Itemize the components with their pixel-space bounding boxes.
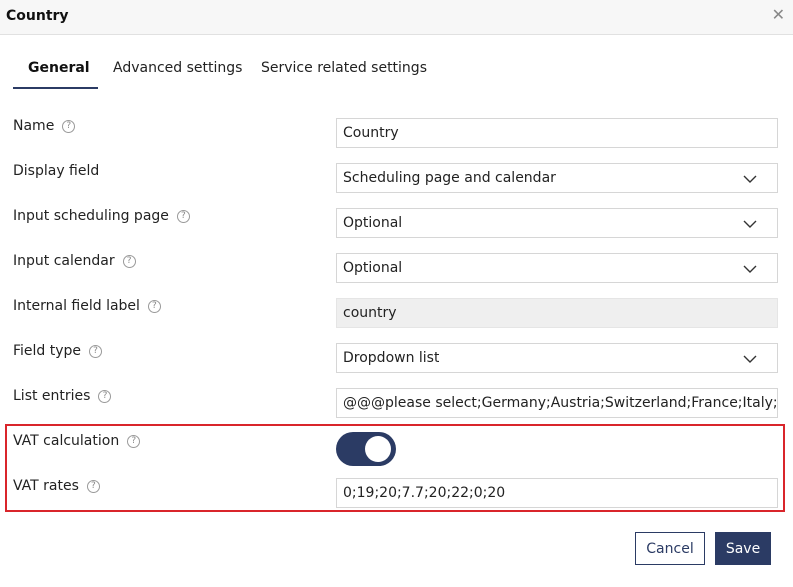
input-calendar-select[interactable]: Optional bbox=[336, 253, 778, 283]
vat-rates-label-row: VAT rates ? bbox=[13, 478, 100, 494]
chevron-down-icon bbox=[743, 175, 757, 183]
display-field-value: Scheduling page and calendar bbox=[343, 170, 556, 186]
internal-field-label-label: Internal field label bbox=[13, 298, 140, 314]
vat-rates-value: 0;19;20;7.7;20;22;0;20 bbox=[343, 485, 506, 501]
internal-field-label-row: Internal field label ? bbox=[13, 298, 161, 314]
internal-field-label-input: country bbox=[336, 298, 778, 328]
internal-field-label-value: country bbox=[343, 305, 397, 321]
input-calendar-label-row: Input calendar ? bbox=[13, 253, 136, 269]
input-calendar-label: Input calendar bbox=[13, 253, 115, 269]
display-field-label: Display field bbox=[13, 163, 100, 179]
field-type-label-row: Field type ? bbox=[13, 343, 103, 359]
dialog-title: Country bbox=[6, 8, 69, 24]
help-icon[interactable]: ? bbox=[86, 479, 100, 493]
field-type-label: Field type bbox=[13, 343, 82, 359]
close-icon[interactable]: ✕ bbox=[772, 5, 785, 24]
display-field-label-row: Display field bbox=[13, 163, 99, 179]
chevron-down-icon bbox=[743, 220, 757, 228]
list-entries-label-row: List entries ? bbox=[13, 388, 112, 404]
vat-rates-input[interactable]: 0;19;20;7.7;20;22;0;20 bbox=[336, 478, 778, 508]
tab-service-related-settings[interactable]: Service related settings bbox=[261, 60, 427, 76]
help-icon[interactable]: ? bbox=[98, 389, 112, 403]
list-entries-input[interactable]: @@@please select;Germany;Austria;Switzer… bbox=[336, 388, 778, 418]
active-tab-indicator bbox=[13, 87, 98, 89]
field-type-select[interactable]: Dropdown list bbox=[336, 343, 778, 373]
help-icon[interactable]: ? bbox=[89, 344, 103, 358]
help-icon[interactable]: ? bbox=[122, 254, 136, 268]
help-icon[interactable]: ? bbox=[127, 434, 141, 448]
name-label-row: Name ? bbox=[13, 118, 76, 134]
save-button[interactable]: Save bbox=[715, 532, 771, 565]
chevron-down-icon bbox=[743, 355, 757, 363]
tab-general[interactable]: General bbox=[28, 60, 90, 76]
toggle-knob bbox=[365, 436, 391, 462]
name-value: Country bbox=[343, 125, 399, 141]
help-icon[interactable]: ? bbox=[147, 299, 161, 313]
vat-calculation-toggle[interactable] bbox=[336, 432, 396, 466]
input-scheduling-page-label: Input scheduling page bbox=[13, 208, 169, 224]
vat-calculation-label: VAT calculation bbox=[13, 433, 120, 449]
tab-advanced-settings[interactable]: Advanced settings bbox=[113, 60, 242, 76]
vat-calculation-label-row: VAT calculation ? bbox=[13, 433, 141, 449]
dialog-header: Country ✕ bbox=[0, 0, 793, 35]
display-field-select[interactable]: Scheduling page and calendar bbox=[336, 163, 778, 193]
input-scheduling-page-select[interactable]: Optional bbox=[336, 208, 778, 238]
name-label: Name bbox=[13, 118, 55, 134]
field-type-value: Dropdown list bbox=[343, 350, 440, 366]
name-input[interactable]: Country bbox=[336, 118, 778, 148]
input-scheduling-page-value: Optional bbox=[343, 215, 403, 231]
help-icon[interactable]: ? bbox=[62, 119, 76, 133]
help-icon[interactable]: ? bbox=[176, 209, 190, 223]
input-calendar-value: Optional bbox=[343, 260, 403, 276]
cancel-button[interactable]: Cancel bbox=[635, 532, 705, 565]
vat-rates-label: VAT rates bbox=[13, 478, 79, 494]
list-entries-value: @@@please select;Germany;Austria;Switzer… bbox=[343, 395, 777, 411]
input-scheduling-page-label-row: Input scheduling page ? bbox=[13, 208, 190, 224]
chevron-down-icon bbox=[743, 265, 757, 273]
list-entries-label: List entries bbox=[13, 388, 91, 404]
